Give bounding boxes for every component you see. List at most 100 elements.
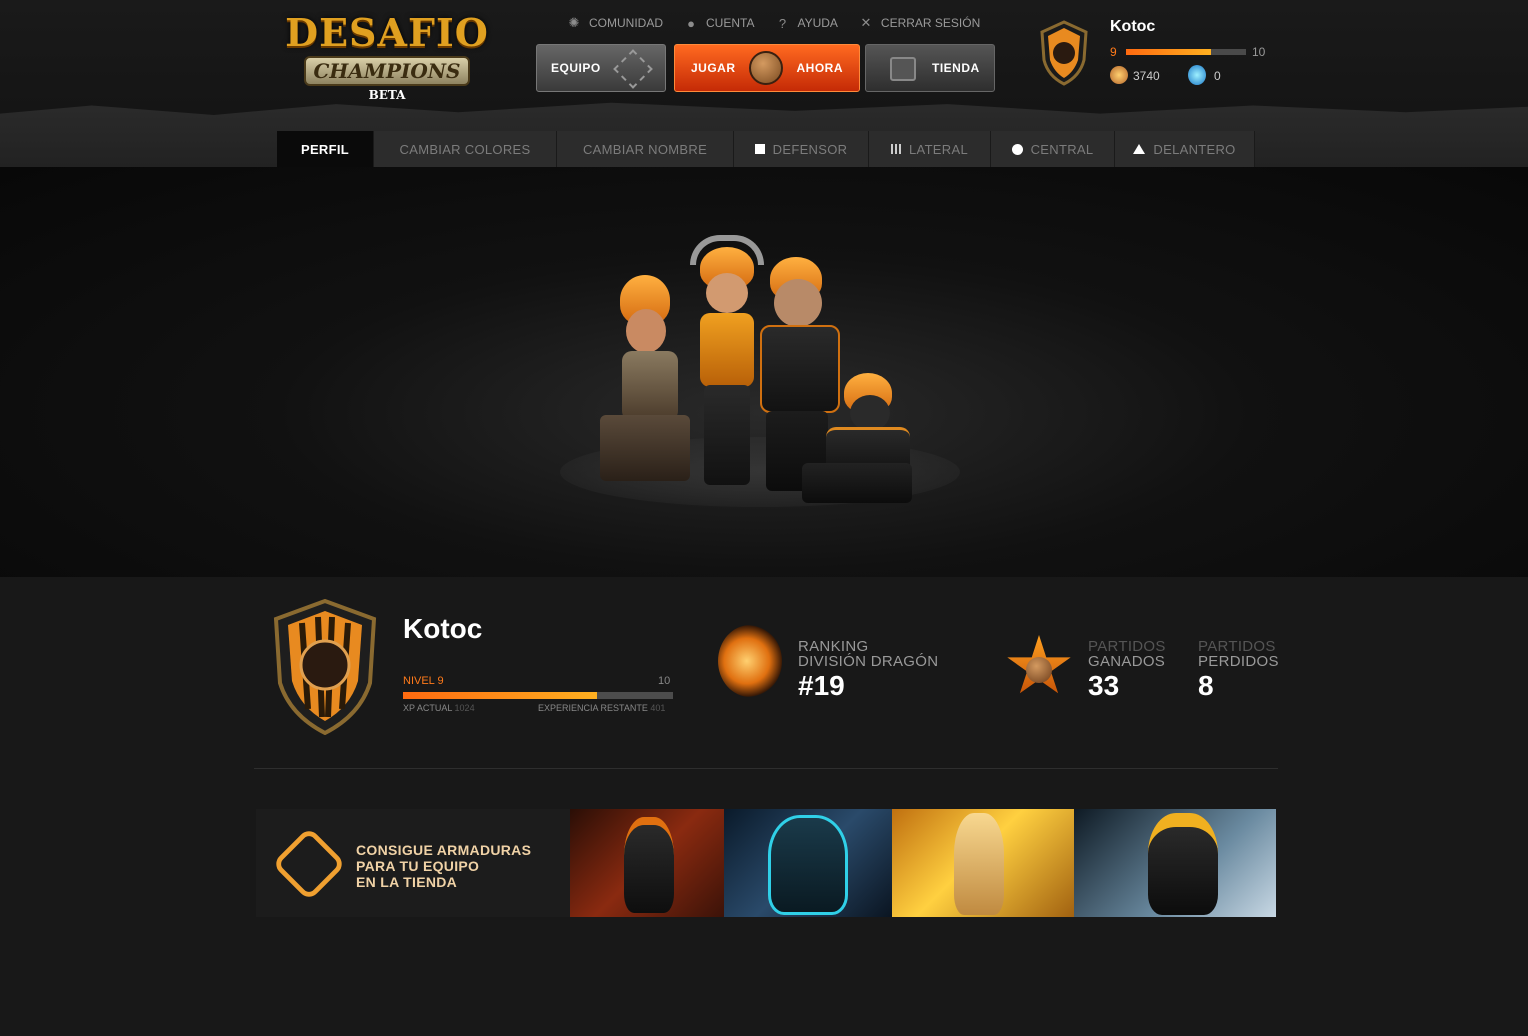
player-legs xyxy=(802,463,912,503)
promo-character xyxy=(1148,813,1218,915)
player-body xyxy=(622,351,678,421)
ball-icon xyxy=(749,51,783,85)
lost-line2: PERDIDOS xyxy=(1198,653,1279,670)
player-head xyxy=(626,309,666,353)
promo-character xyxy=(954,813,1004,915)
xp-current-value: 1024 xyxy=(454,703,475,713)
header-max-level: 10 xyxy=(1252,45,1266,59)
logo-beta-badge: BETA xyxy=(368,88,406,102)
matches-lost-value: 8 xyxy=(1198,670,1214,701)
armor-chevron-icon xyxy=(271,826,347,902)
player-head xyxy=(850,395,890,431)
xp-remaining: EXPERIENCIA RESTANTE 401 xyxy=(538,703,665,713)
player-head xyxy=(774,279,822,327)
ranking-line1: RANKING xyxy=(798,638,869,655)
promo-panel-ice xyxy=(724,809,894,917)
promo-character xyxy=(624,817,674,913)
ranking-line2: DIVISIÓN DRAGÓN xyxy=(798,653,939,670)
tab-label: CAMBIAR NOMBRE xyxy=(582,141,708,157)
tienda-button[interactable]: TIENDA xyxy=(865,44,995,92)
promo-line2: PARA TU EQUIPO xyxy=(356,858,480,874)
ball-icon xyxy=(1026,657,1052,683)
profile-xp-fill xyxy=(403,692,598,699)
profile-name: Kotoc xyxy=(403,613,483,644)
equipo-button[interactable]: EQUIPO xyxy=(536,44,666,92)
team-shield-icon xyxy=(273,599,377,735)
logo-subtitle: CHAMPIONS xyxy=(304,56,470,86)
won-line1: PARTIDOS xyxy=(1088,638,1166,655)
chest-icon xyxy=(890,57,916,81)
lines-icon xyxy=(891,144,902,154)
coin-icon xyxy=(1110,66,1128,84)
promo-panel-sky xyxy=(1074,809,1276,917)
profile-summary: Kotoc NIVEL 9 10 XP ACTUAL 1024 EXPERIEN… xyxy=(254,577,1278,769)
nav-cerrar-sesion[interactable]: ✕ CERRAR SESIÓN xyxy=(858,13,980,33)
profile-xp-bar xyxy=(403,692,673,699)
ranking-label: RANKING DIVISIÓN DRAGÓN xyxy=(798,639,938,669)
header-level: 9 xyxy=(1110,45,1117,59)
nav-label: CERRAR SESIÓN xyxy=(880,16,981,30)
header-xp-bar xyxy=(1126,49,1246,55)
jugar-label: JUGAR xyxy=(691,61,736,75)
section-divider xyxy=(254,768,1278,769)
team-shield-icon[interactable] xyxy=(1038,20,1090,86)
nav-comunidad[interactable]: ✺ COMUNIDAD xyxy=(566,13,663,33)
tab-lateral[interactable]: LATERAL xyxy=(869,131,991,167)
matches-won-value: 33 xyxy=(1088,670,1120,701)
player-legs xyxy=(704,385,750,485)
tab-label: CENTRAL xyxy=(1030,141,1094,157)
nav-ayuda[interactable]: ? AYUDA xyxy=(774,13,838,33)
promo-panel-gold xyxy=(892,809,1076,917)
logo-title: DESAFIO xyxy=(285,10,489,55)
tab-perfil[interactable]: PERFIL xyxy=(277,131,374,167)
nav-label: CUENTA xyxy=(706,16,755,30)
lost-line1: PARTIDOS xyxy=(1198,638,1276,655)
player-figure xyxy=(796,373,922,513)
logo[interactable]: DESAFIO CHAMPIONS BETA xyxy=(282,6,492,102)
profile-tabs: PERFIL CAMBIAR COLORES CAMBIAR NOMBRE DE… xyxy=(277,131,1255,167)
store-promo-banner[interactable]: CONSIGUE ARMADURAS PARA TU EQUIPO EN LA … xyxy=(256,809,1276,917)
team-hero xyxy=(0,167,1528,577)
tab-cambiar-colores[interactable]: CAMBIAR COLORES xyxy=(374,131,557,167)
header-coins: 3740 xyxy=(1133,69,1160,83)
nav-cuenta[interactable]: ● CUENTA xyxy=(683,13,754,33)
xp-current: XP ACTUAL 1024 xyxy=(403,703,475,713)
tab-label: LATERAL xyxy=(909,141,968,157)
square-icon xyxy=(754,144,765,154)
nav-label: COMUNIDAD xyxy=(589,16,663,30)
ranking-value: #19 xyxy=(798,670,845,701)
play-now-button[interactable]: JUGAR AHORA xyxy=(674,44,860,92)
tab-cambiar-nombre[interactable]: CAMBIAR NOMBRE xyxy=(557,131,734,167)
promo-character xyxy=(768,815,848,915)
dragon-rank-icon xyxy=(718,625,782,697)
player-body xyxy=(700,313,754,387)
tab-delantero[interactable]: DELANTERO xyxy=(1115,131,1255,167)
header-username[interactable]: Kotoc xyxy=(1110,18,1155,36)
tab-label: CAMBIAR COLORES xyxy=(399,141,531,157)
equipo-label: EQUIPO xyxy=(551,61,601,75)
triangle-icon xyxy=(1133,144,1146,154)
promo-line1: CONSIGUE ARMADURAS xyxy=(356,842,532,858)
promo-panel-fire xyxy=(570,809,726,917)
tab-defensor[interactable]: DEFENSOR xyxy=(734,131,869,167)
tab-central[interactable]: CENTRAL xyxy=(991,131,1115,167)
promo-line3: EN LA TIENDA xyxy=(356,874,458,890)
nav-label: AYUDA xyxy=(797,16,838,30)
header-gems: 0 xyxy=(1214,69,1221,83)
profile-max-level: 10 xyxy=(658,675,671,687)
ahora-label: AHORA xyxy=(796,61,843,75)
circle-icon xyxy=(1011,143,1023,155)
tab-label: PERFIL xyxy=(300,141,350,157)
team-icon xyxy=(613,49,653,89)
xp-remaining-label: EXPERIENCIA RESTANTE xyxy=(538,703,648,713)
help-icon: ? xyxy=(778,15,787,31)
header-xp-fill xyxy=(1126,49,1212,55)
won-line2: GANADOS xyxy=(1088,653,1166,670)
tab-label: DELANTERO xyxy=(1153,141,1236,157)
tab-label: DEFENSOR xyxy=(772,141,848,157)
xp-remaining-value: 401 xyxy=(650,703,666,713)
player-head xyxy=(706,273,748,313)
xp-current-label: XP ACTUAL xyxy=(403,703,453,713)
profile-level: NIVEL 9 xyxy=(403,675,444,687)
promo-text: CONSIGUE ARMADURAS PARA TU EQUIPO EN LA … xyxy=(356,842,531,890)
